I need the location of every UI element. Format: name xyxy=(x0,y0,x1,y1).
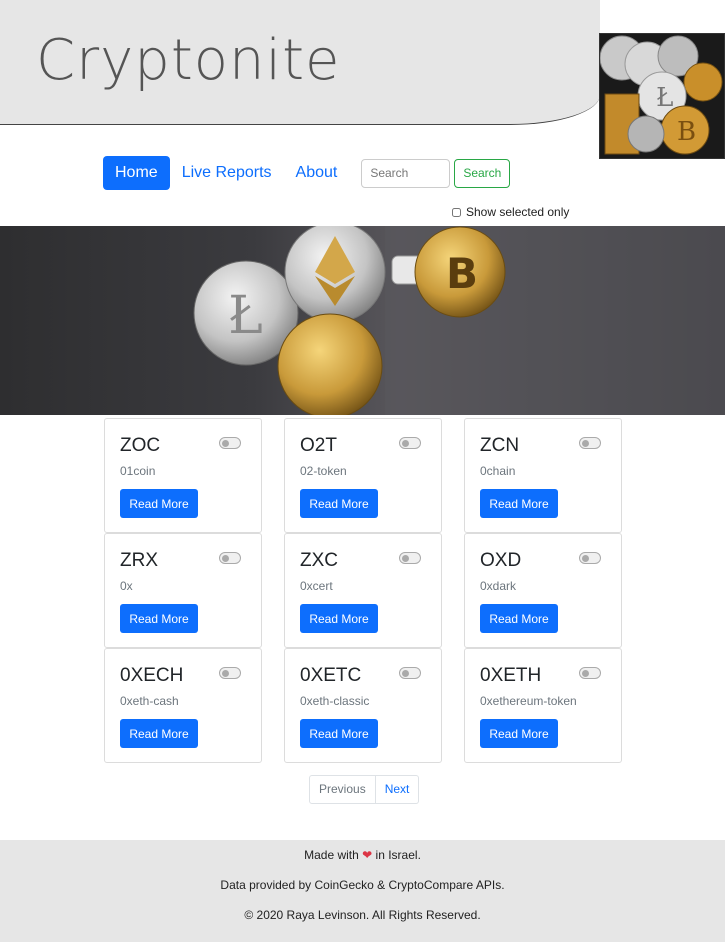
pagination: Previous Next xyxy=(309,775,420,804)
coin-name: 0xdark xyxy=(480,579,517,593)
coin-name: 0xethereum-token xyxy=(480,694,577,708)
site-title: Cryptonite xyxy=(36,28,341,93)
hero-banner: Ł B xyxy=(0,226,725,415)
show-selected-label: Show selected only xyxy=(466,205,570,219)
coin-card: 0XECH 0xeth-cash Read More xyxy=(104,648,262,763)
read-more-button[interactable]: Read More xyxy=(480,719,558,748)
search-button[interactable]: Search xyxy=(454,158,511,188)
show-selected-checkbox[interactable] xyxy=(452,207,461,217)
coin-symbol: ZRX xyxy=(120,550,158,571)
coin-card: ZRX 0x Read More xyxy=(104,533,262,648)
show-selected-toggle[interactable]: Show selected only xyxy=(452,205,569,219)
read-more-button[interactable]: Read More xyxy=(120,719,198,748)
coin-name: 0xcert xyxy=(300,579,333,593)
toggle-switch-icon[interactable] xyxy=(219,552,241,564)
coin-symbol: 0XETH xyxy=(480,665,542,686)
svg-text:Ł: Ł xyxy=(656,83,673,113)
toggle-switch-icon[interactable] xyxy=(219,437,241,449)
coin-name: 0x xyxy=(120,579,133,593)
site-footer: Made with ❤ in Israel. Data provided by … xyxy=(0,840,725,942)
read-more-button[interactable]: Read More xyxy=(120,489,198,518)
coin-symbol: O2T xyxy=(300,435,337,456)
crypto-coins-logo: Ł B xyxy=(599,33,725,159)
next-page-button[interactable]: Next xyxy=(375,775,420,804)
previous-page-button[interactable]: Previous xyxy=(309,775,376,804)
toggle-switch-icon[interactable] xyxy=(579,667,601,679)
toggle-switch-icon[interactable] xyxy=(399,667,421,679)
coin-card: 0XETC 0xeth-classic Read More xyxy=(284,648,442,763)
coin-card: O2T 02-token Read More xyxy=(284,418,442,533)
read-more-button[interactable]: Read More xyxy=(300,604,378,633)
coin-name: 0xeth-classic xyxy=(300,694,370,708)
search-input[interactable] xyxy=(361,158,451,188)
heart-icon: ❤ xyxy=(362,848,373,862)
made-with-line: Made with ❤ in Israel. xyxy=(0,848,725,862)
read-more-button[interactable]: Read More xyxy=(480,489,558,518)
coin-name: 01coin xyxy=(120,464,156,478)
site-header: Cryptonite Ł B xyxy=(0,0,725,159)
coin-symbol: OXD xyxy=(480,550,522,571)
read-more-button[interactable]: Read More xyxy=(300,489,378,518)
coin-symbol: ZOC xyxy=(120,435,161,456)
svg-text:Ł: Ł xyxy=(228,286,263,346)
toggle-switch-icon[interactable] xyxy=(579,552,601,564)
toggle-switch-icon[interactable] xyxy=(219,667,241,679)
coin-card: OXD 0xdark Read More xyxy=(464,533,622,648)
svg-text:B: B xyxy=(446,249,478,298)
page: Cryptonite Ł B Home Live Reports About S… xyxy=(0,0,725,942)
coin-card: ZOC 01coin Read More xyxy=(104,418,262,533)
toggle-switch-icon[interactable] xyxy=(399,437,421,449)
coin-card: 0XETH 0xethereum-token Read More xyxy=(464,648,622,763)
crypto-coins-image: Ł B xyxy=(193,226,725,415)
coin-symbol: 0XETC xyxy=(300,665,362,686)
nav-about[interactable]: About xyxy=(296,164,338,182)
coin-card: ZCN 0chain Read More xyxy=(464,418,622,533)
read-more-button[interactable]: Read More xyxy=(480,604,558,633)
coin-name: 0xeth-cash xyxy=(120,694,179,708)
main-nav: Home Live Reports About Search xyxy=(103,156,511,190)
toggle-switch-icon[interactable] xyxy=(579,437,601,449)
nav-home[interactable]: Home xyxy=(103,156,170,190)
coin-symbol: ZXC xyxy=(300,550,338,571)
coin-symbol: 0XECH xyxy=(120,665,184,686)
made-with-suffix: in Israel. xyxy=(375,848,421,862)
read-more-button[interactable]: Read More xyxy=(120,604,198,633)
svg-text:B: B xyxy=(677,117,696,147)
read-more-button[interactable]: Read More xyxy=(300,719,378,748)
coin-symbol: ZCN xyxy=(480,435,520,456)
coin-name: 0chain xyxy=(480,464,516,478)
copyright-line: © 2020 Raya Levinson. All Rights Reserve… xyxy=(244,908,481,922)
toggle-switch-icon[interactable] xyxy=(399,552,421,564)
nav-live-reports[interactable]: Live Reports xyxy=(182,164,272,182)
coin-name: 02-token xyxy=(300,464,347,478)
data-provider-line: Data provided by CoinGecko & CryptoCompa… xyxy=(220,878,505,892)
coin-card: ZXC 0xcert Read More xyxy=(284,533,442,648)
made-with-prefix: Made with xyxy=(304,848,359,862)
